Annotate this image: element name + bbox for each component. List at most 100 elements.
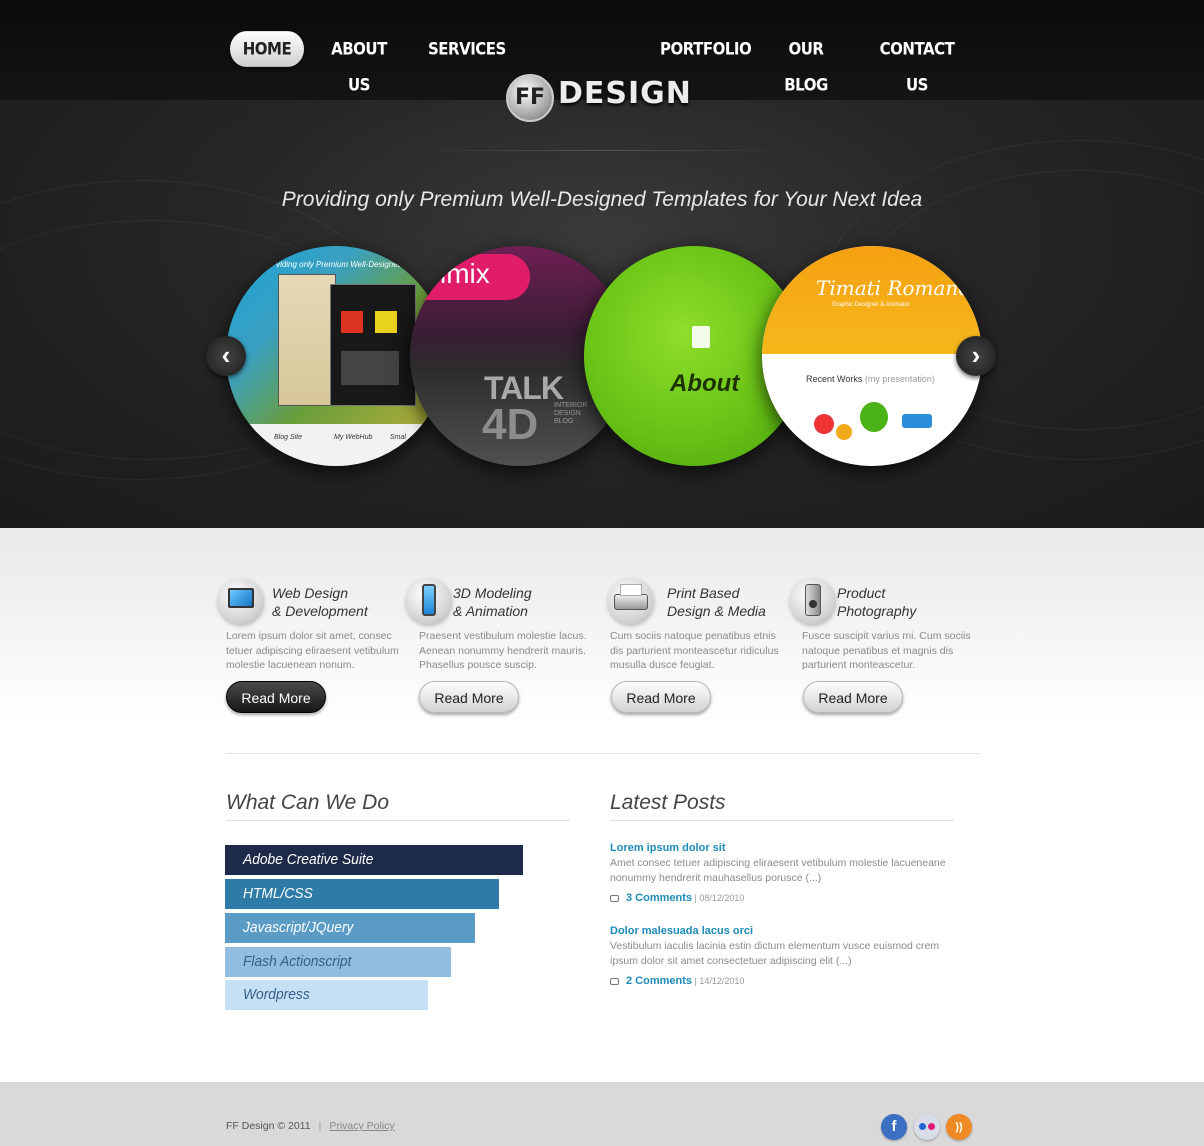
slide-tab: My WebHub [334, 434, 373, 441]
nav-home[interactable]: HOME [230, 31, 304, 67]
skill-label: Adobe Creative Suite [243, 851, 374, 868]
facebook-glyph: f [891, 1118, 897, 1135]
logo-text: DESIGN [558, 76, 692, 111]
nav-our-blog[interactable]: OUR BLOG [772, 31, 840, 95]
service-title: Product Photography [837, 584, 916, 620]
logo-badge: FF [506, 74, 554, 122]
chevron-left-icon: ‹ [221, 340, 231, 370]
nav-contact-us[interactable]: CONTACT US [874, 31, 960, 95]
site-logo[interactable]: FF DESIGN [506, 72, 691, 127]
post-date: 14/12/2010 [699, 976, 745, 986]
recent-works-sub: (my presentation) [864, 374, 935, 384]
slide-tab: Blog Site [274, 434, 303, 441]
footer: FF Design © 2011 | Privacy Policy [0, 1082, 1204, 1146]
slider-next-button[interactable]: › [956, 336, 996, 376]
slider-prev-button[interactable]: ‹ [206, 336, 246, 376]
comment-icon [610, 978, 619, 986]
post-title-link[interactable]: Dolor malesuada lacus orci [610, 925, 753, 937]
title-underline [226, 820, 570, 821]
service-description: Praesent vestibulum molestie lacus. Aene… [419, 630, 587, 671]
skill-bar[interactable]: Wordpress [225, 980, 428, 1010]
service-description: Cum sociis natoque penatibus etnis dis p… [610, 630, 779, 671]
work-thumb-blue [902, 414, 932, 428]
facebook-icon[interactable]: f [881, 1114, 907, 1140]
title-underline [610, 820, 954, 821]
post-meta: 2 Comments | 14/12/2010 [610, 975, 744, 987]
service-title-line1: Print Based [667, 585, 740, 601]
service-title-line1: Web Design [272, 585, 349, 601]
flickr-dot-blue [919, 1123, 926, 1130]
section-divider [226, 753, 980, 754]
nav-portfolio[interactable]: PORTFOLIO [660, 31, 752, 67]
phone-icon [406, 578, 452, 624]
read-more-button[interactable]: Read More [226, 681, 326, 713]
template-screenshot [330, 284, 416, 406]
rss-icon[interactable]: )) [946, 1114, 972, 1140]
comment-icon [610, 895, 619, 903]
hero-tagline: Providing only Premium Well-Designed Tem… [281, 188, 923, 211]
read-more-button[interactable]: Read More [803, 681, 903, 713]
chevron-right-icon: › [971, 340, 981, 370]
slide-banner-text: imix [440, 258, 490, 289]
skill-bar[interactable]: Flash Actionscript [225, 947, 451, 977]
slide-footer-strip [226, 424, 446, 466]
skill-label: Javascript/JQuery [243, 919, 354, 936]
thumb-red [341, 311, 363, 333]
slide-about-label: About [670, 370, 740, 397]
printer-icon [608, 578, 654, 624]
read-more-button[interactable]: Read More [611, 681, 711, 713]
privacy-policy-link[interactable]: Privacy Policy [329, 1120, 394, 1132]
skill-label: Wordpress [243, 986, 310, 1003]
monitor-icon [218, 578, 264, 624]
service-title-line2: Design & Media [667, 603, 766, 619]
slide-caption: viding only Premium Well-Designed [276, 260, 403, 269]
slide-recent-works: Recent Works (my presentation) [806, 374, 935, 384]
skill-label: Flash Actionscript [243, 953, 352, 970]
slide-orange-header [762, 246, 982, 354]
copyright-text: FF Design © 2011 [226, 1120, 311, 1132]
service-title: 3D Modeling & Animation [453, 584, 532, 620]
nav-services[interactable]: SERVICES [428, 31, 506, 67]
services-section [0, 528, 1204, 1088]
speaker-icon [790, 578, 836, 624]
skill-bar[interactable]: Adobe Creative Suite [225, 845, 523, 875]
comments-link[interactable]: 2 Comments [626, 975, 692, 987]
service-description: Fusce suscipit varius mi. Cum sociis nat… [802, 630, 971, 671]
slide-subtitle: Graphic Designer & Animator [832, 302, 910, 308]
post-excerpt: Vestibulum iaculis lacinia estin dictum … [610, 940, 940, 967]
work-thumb-orange [836, 424, 852, 440]
service-description: Lorem ipsum dolor sit amet, consec tetue… [226, 630, 399, 671]
service-title: Web Design & Development [272, 584, 368, 620]
comments-link[interactable]: 3 Comments [626, 892, 692, 904]
latest-posts-title: Latest Posts [610, 791, 726, 814]
thumb-dark [341, 351, 399, 385]
post-title-link[interactable]: Lorem ipsum dolor sit [610, 842, 726, 854]
slide-name: Timati Romano [816, 276, 971, 300]
document-icon [692, 326, 710, 348]
what-we-do-title: What Can We Do [226, 791, 390, 814]
service-title-line2: & Development [272, 603, 368, 619]
skill-bar[interactable]: Javascript/JQuery [225, 913, 475, 943]
service-title-line2: & Animation [453, 603, 528, 619]
footer-separator: | [318, 1120, 322, 1132]
flickr-icon[interactable] [914, 1114, 940, 1140]
read-more-button[interactable]: Read More [419, 681, 519, 713]
nav-about-us[interactable]: ABOUT US [324, 31, 394, 95]
service-title-line1: 3D Modeling [453, 585, 532, 601]
skill-bar[interactable]: HTML/CSS [225, 879, 499, 909]
rss-glyph: )) [955, 1121, 963, 1133]
thumb-yellow [375, 311, 397, 333]
post-meta: 3 Comments | 08/12/2010 [610, 892, 744, 904]
post-date: 08/12/2010 [699, 893, 745, 903]
slide-tab: Smal [390, 434, 406, 441]
work-thumb-apple [860, 402, 888, 432]
slide-portfolio-romano[interactable]: Timati Romano Graphic Designer & Animato… [762, 246, 982, 466]
footer-copyright: FF Design © 2011 | Privacy Policy [226, 1120, 395, 1132]
slide-4d-text: 4D [482, 400, 539, 449]
flickr-dot-pink [928, 1123, 935, 1130]
service-title: Print Based Design & Media [667, 584, 766, 620]
work-thumb-red [814, 414, 834, 434]
recent-works-label: Recent Works [806, 374, 863, 384]
post-excerpt: Amet consec tetuer adipiscing eliraesent… [610, 857, 946, 884]
hero-divider [420, 150, 784, 151]
